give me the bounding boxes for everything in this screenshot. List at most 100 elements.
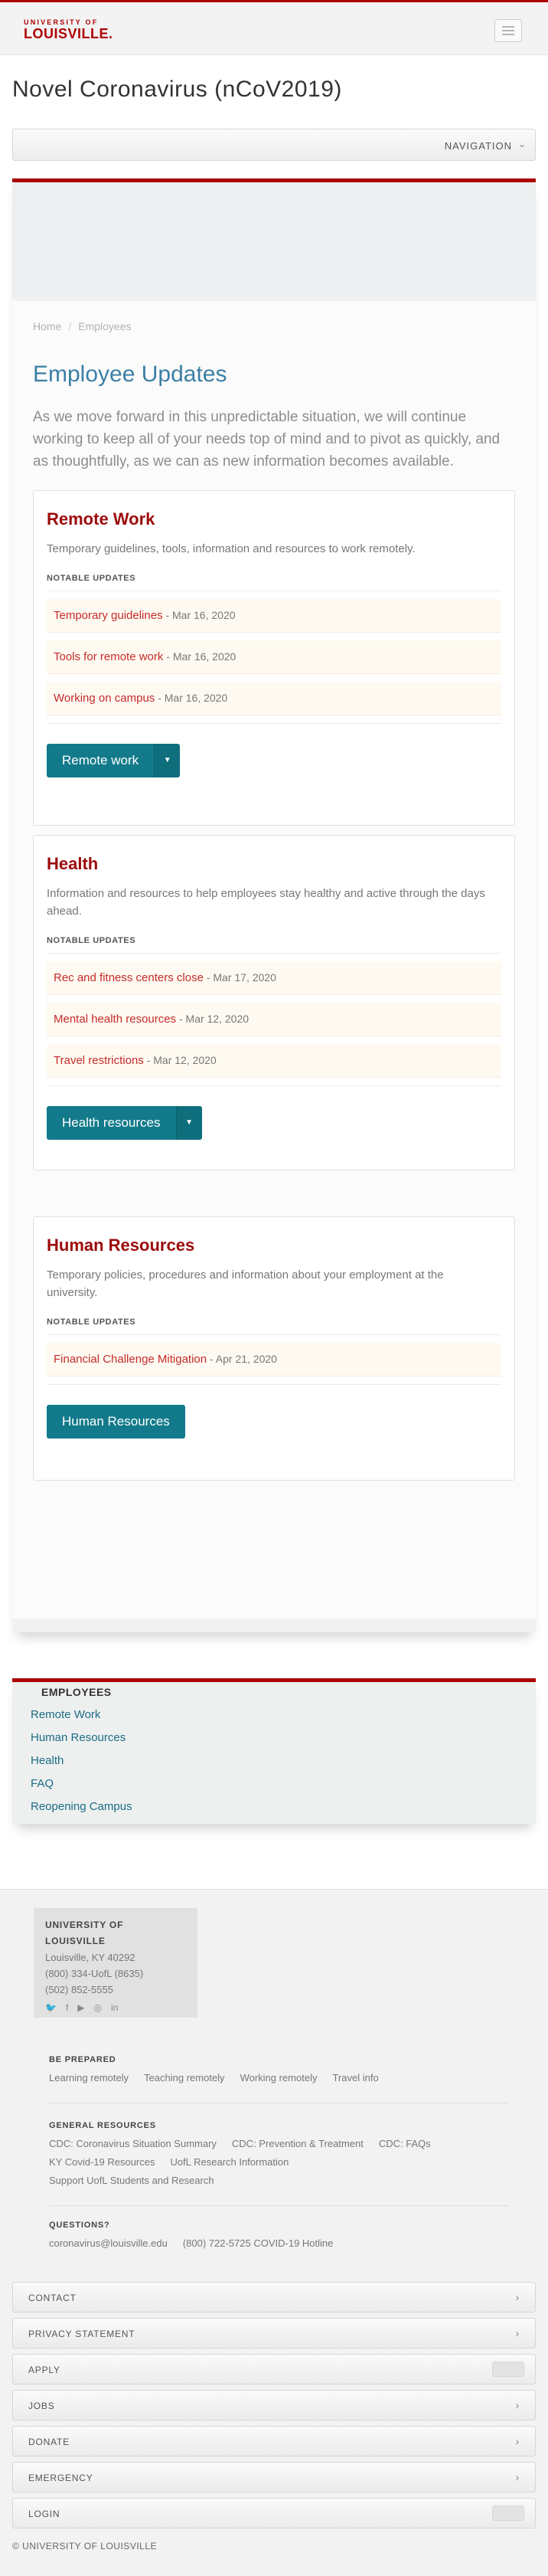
footer-email-link[interactable]: coronavirus@louisville.edu — [49, 2234, 168, 2253]
health-card: Health Information and resources to help… — [33, 835, 515, 1170]
accordion-privacy-statement[interactable]: PRIVACY STATEMENT › — [12, 2318, 536, 2349]
footer-link[interactable]: Working remotely — [240, 2069, 318, 2087]
update-link[interactable]: Tools for remote work — [54, 650, 163, 663]
chevron-down-icon: ⌄ — [517, 139, 526, 149]
breadcrumb-home[interactable]: Home — [33, 320, 61, 332]
linkedin-icon[interactable]: in — [111, 2000, 118, 2016]
accordion-label: JOBS — [28, 2401, 55, 2411]
subnav-list: Remote Work Human Resources Health FAQ R… — [31, 1707, 517, 1822]
intro-text: As we move forward in this unpredictable… — [33, 409, 501, 470]
remote-work-button[interactable]: Remote work — [47, 744, 155, 777]
footer-link[interactable]: Learning remotely — [49, 2069, 129, 2087]
page-content: Home / Employees Employee Updates As we mo… — [12, 301, 536, 1619]
site-title[interactable]: Novel Coronavirus (nCoV2019) — [12, 77, 342, 103]
be-prepared-section: BE PREPARED Learning remotely Teaching re… — [49, 2055, 508, 2103]
footer-link[interactable]: UofL Research Information — [171, 2153, 289, 2172]
copyright: © UNIVERSITY OF LOUISVILLE — [12, 2541, 158, 2551]
card-divider — [47, 723, 501, 724]
notable-updates-heading: NOTABLE UPDATES — [47, 574, 501, 591]
card-title: Remote Work — [47, 509, 155, 529]
chevron-right-icon: › — [515, 2435, 520, 2447]
update-date: - Apr 21, 2020 — [210, 1353, 277, 1365]
subnav-item-human-resources[interactable]: Human Resources — [31, 1730, 517, 1753]
card-description: Temporary policies, procedures and infor… — [47, 1268, 444, 1299]
accordion-donate[interactable]: DONATE › — [12, 2426, 536, 2457]
chevron-right-icon: › — [515, 2471, 520, 2483]
accordion-label: CONTACT — [28, 2293, 77, 2303]
general-resources-section: GENERAL RESOURCES CDC: Coronavirus Situa… — [49, 2121, 508, 2206]
subnav-item-remote-work[interactable]: Remote Work — [31, 1707, 517, 1730]
card-title: Health — [47, 854, 99, 873]
accordion-login[interactable]: LOGIN — [12, 2498, 536, 2529]
update-date: - Mar 12, 2020 — [178, 1013, 250, 1025]
menu-bar-icon — [502, 34, 514, 35]
footer-link[interactable]: KY Covid-19 Resources — [49, 2153, 155, 2172]
twitter-icon[interactable]: 🐦 — [45, 2000, 57, 2016]
update-date: - Mar 16, 2020 — [158, 692, 228, 704]
subnav-item-health[interactable]: Health — [31, 1753, 517, 1776]
footer-university-name: UNIVERSITY OF LOUISVILLE — [45, 1920, 124, 1946]
instagram-icon[interactable]: ◎ — [94, 2000, 102, 2016]
card-divider — [47, 1085, 501, 1086]
accordion-contact[interactable]: CONTACT › — [12, 2282, 536, 2313]
contact-box: UNIVERSITY OF LOUISVILLE Louisville, KY … — [34, 1908, 197, 2018]
navigation-dropdown[interactable]: NAVIGATION ⌄ — [12, 129, 536, 161]
footer-link[interactable]: Support UofL Students and Research — [49, 2172, 214, 2190]
chevron-right-icon: › — [515, 2291, 520, 2303]
caret-down-icon[interactable]: ▼ — [154, 744, 181, 777]
chevron-right-icon: › — [515, 2327, 520, 2339]
accordion-label: EMERGENCY — [28, 2473, 93, 2483]
footer-link[interactable]: CDC: Coronavirus Situation Summary — [49, 2135, 217, 2153]
menu-toggle-button[interactable] — [494, 19, 522, 42]
update-link[interactable]: Financial Challenge Mitigation — [54, 1353, 207, 1366]
health-resources-button[interactable]: Health resources — [47, 1106, 176, 1140]
footer-hotline[interactable]: (800) 722-5725 COVID-19 Hotline — [183, 2234, 334, 2253]
accordion-jobs[interactable]: JOBS › — [12, 2390, 536, 2421]
card-description: Temporary guidelines, tools, information… — [47, 542, 416, 555]
update-link[interactable]: Mental health resources — [54, 1013, 176, 1026]
update-date: - Mar 16, 2020 — [165, 609, 236, 621]
subnav-title: EMPLOYEES — [41, 1686, 112, 1698]
footer-phone-primary[interactable]: (800) 334-UofL (8635) — [45, 1966, 186, 1982]
update-link[interactable]: Rec and fitness centers close — [54, 971, 204, 984]
university-logo[interactable]: UNIVERSITY OF LOUISVILLE. — [24, 19, 113, 41]
footer-link[interactable]: CDC: FAQs — [379, 2135, 431, 2153]
accordion-label: DONATE — [28, 2437, 70, 2447]
site-footer: UNIVERSITY OF LOUISVILLE Louisville, KY … — [0, 1889, 548, 2576]
navigation-label: NAVIGATION — [444, 140, 512, 152]
footer-link[interactable]: Travel info — [332, 2069, 378, 2087]
logo-line-top: UNIVERSITY OF — [24, 18, 99, 26]
be-prepared-links: Learning remotely Teaching remotely Workin… — [49, 2069, 508, 2087]
human-resources-button[interactable]: Human Resources — [47, 1405, 185, 1439]
health-button-group: Health resources ▼ — [47, 1106, 202, 1140]
main-region: Home / Employees Employee Updates As we mo… — [12, 178, 536, 1632]
accordion-apply[interactable]: APPLY — [12, 2354, 536, 2385]
update-item: Travel restrictions - Mar 12, 2020 — [47, 1044, 501, 1078]
facebook-icon[interactable]: f — [66, 2000, 68, 2016]
update-date: - Mar 17, 2020 — [206, 971, 276, 984]
update-item: Temporary guidelines - Mar 16, 2020 — [47, 599, 501, 633]
subnav-item-reopening-campus[interactable]: Reopening Campus — [31, 1799, 517, 1822]
toggle-box — [492, 2506, 524, 2521]
update-item: Working on campus - Mar 16, 2020 — [47, 682, 501, 715]
card-title: Human Resources — [47, 1236, 195, 1255]
menu-bar-icon — [502, 26, 514, 28]
update-date: - Mar 12, 2020 — [146, 1054, 217, 1066]
accordion-label: PRIVACY STATEMENT — [28, 2329, 135, 2339]
update-item: Mental health resources - Mar 12, 2020 — [47, 1003, 501, 1036]
caret-down-icon[interactable]: ▼ — [175, 1106, 202, 1140]
notable-updates-heading: NOTABLE UPDATES — [47, 1317, 501, 1335]
update-link[interactable]: Travel restrictions — [54, 1054, 144, 1067]
general-resources-links: CDC: Coronavirus Situation Summary CDC: P… — [49, 2135, 508, 2190]
accordion-label: LOGIN — [28, 2509, 60, 2519]
footer-phone-secondary[interactable]: (502) 852-5555 — [45, 1982, 186, 1998]
update-link[interactable]: Temporary guidelines — [54, 609, 163, 622]
footer-link[interactable]: CDC: Prevention & Treatment — [232, 2135, 364, 2153]
footer-link[interactable]: Teaching remotely — [144, 2069, 225, 2087]
subnav-item-faq[interactable]: FAQ — [31, 1776, 517, 1799]
human-resources-card: Human Resources Temporary policies, proc… — [33, 1216, 515, 1481]
accordion-emergency[interactable]: EMERGENCY › — [12, 2462, 536, 2493]
update-item: Rec and fitness centers close - Mar 17, … — [47, 961, 501, 995]
youtube-icon[interactable]: ▶ — [77, 2000, 84, 2016]
update-link[interactable]: Working on campus — [54, 692, 155, 705]
